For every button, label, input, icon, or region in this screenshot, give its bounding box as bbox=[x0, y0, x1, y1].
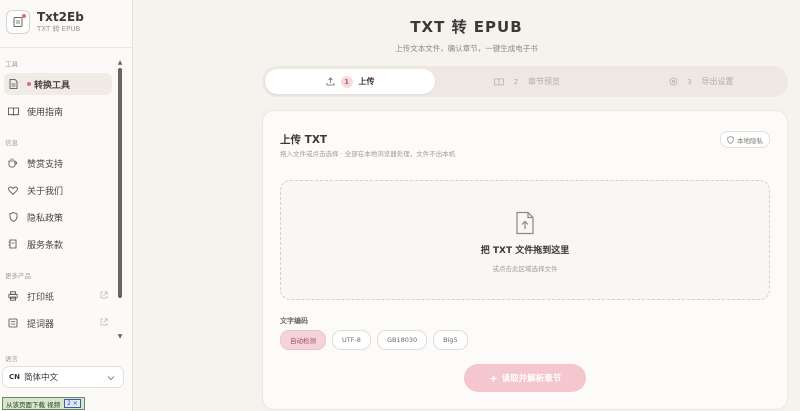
book-icon bbox=[494, 78, 504, 86]
parse-chapters-button[interactable]: 读取并解析章节 bbox=[464, 364, 586, 392]
sidebar-item-label: 转换工具 bbox=[34, 80, 71, 91]
step-upload[interactable]: 1 上传 bbox=[265, 69, 435, 94]
upload-description: 拖入文件或点击选择 · 全部在本地浏览器处理，文件不出本机 bbox=[280, 150, 456, 158]
file-dropzone[interactable]: 把 TXT 文件拖到这里 或点击此区域选择文件 bbox=[280, 180, 770, 300]
heart-icon bbox=[6, 186, 20, 195]
gear-icon bbox=[669, 77, 678, 86]
encoding-option-auto[interactable]: 自动检测 bbox=[280, 330, 326, 350]
teleprompter-icon bbox=[6, 318, 20, 328]
sidebar-item-label: 服务条款 bbox=[27, 240, 64, 251]
encoding-option-big5[interactable]: Big5 bbox=[433, 330, 468, 350]
sidebar: Txt2Eb TXT 转 EPUB 工具 转换工具 使用指南 信息 赞赏支持 关… bbox=[0, 0, 133, 411]
encoding-options: 自动检测 UTF-8 GB18030 Big5 bbox=[280, 330, 474, 350]
download-toolbar-button[interactable]: 2 × bbox=[64, 399, 81, 408]
sidebar-item-printer-paper[interactable]: 打印纸 bbox=[4, 285, 112, 307]
sidebar-item-label: 使用指南 bbox=[27, 107, 64, 118]
section-label-more: 更多产品 bbox=[5, 272, 31, 280]
step-export-settings[interactable]: 3 导出设置 bbox=[617, 69, 785, 94]
step-indicator: 1 上传 2 章节预览 3 导出设置 bbox=[262, 66, 788, 97]
sidebar-scrollbar[interactable]: ▲ ▼ bbox=[117, 60, 123, 340]
shield-icon bbox=[727, 135, 734, 144]
scroll-up-icon[interactable]: ▲ bbox=[117, 60, 123, 66]
page-title: TXT 转 EPUB bbox=[410, 18, 523, 36]
sparkle-icon bbox=[489, 374, 498, 383]
external-link-icon bbox=[100, 318, 108, 329]
sidebar-item-privacy[interactable]: 隐私政策 bbox=[4, 206, 112, 228]
sidebar-item-about[interactable]: 关于我们 bbox=[4, 179, 112, 201]
encoding-option-gb18030[interactable]: GB18030 bbox=[376, 330, 428, 350]
external-link-icon bbox=[100, 291, 108, 302]
page-subtitle: 上传文本文件，确认章节，一键生成电子书 bbox=[395, 44, 538, 53]
encoding-option-utf8[interactable]: UTF-8 bbox=[332, 330, 371, 350]
dropzone-title: 把 TXT 文件拖到这里 bbox=[480, 246, 570, 256]
upload-title: 上传 TXT bbox=[280, 134, 328, 146]
upload-card: 上传 TXT 拖入文件或点击选择 · 全部在本地浏览器处理，文件不出本机 本地隐… bbox=[262, 110, 788, 410]
printer-icon bbox=[6, 291, 20, 301]
section-label-language: 语言 bbox=[5, 355, 18, 363]
book-icon bbox=[6, 107, 20, 116]
chevron-down-icon bbox=[107, 374, 115, 384]
sidebar-item-label: 隐私政策 bbox=[27, 213, 64, 224]
parse-chapters-label: 读取并解析章节 bbox=[501, 374, 562, 384]
upload-icon bbox=[326, 77, 335, 86]
step-label: 上传 bbox=[358, 77, 375, 86]
active-indicator bbox=[27, 82, 31, 86]
section-label-tools: 工具 bbox=[5, 60, 18, 68]
sidebar-item-label: 打印纸 bbox=[27, 292, 55, 303]
sidebar-item-support[interactable]: 赞赏支持 bbox=[4, 152, 112, 174]
dropzone-hint: 或点击此区域选择文件 bbox=[492, 265, 558, 273]
sidebar-item-guide[interactable]: 使用指南 bbox=[4, 100, 112, 122]
sidebar-item-teleprompter[interactable]: 提词器 bbox=[4, 312, 112, 334]
shield-icon bbox=[6, 212, 20, 222]
step-number: 1 bbox=[340, 75, 353, 88]
step-number: 3 bbox=[687, 77, 692, 86]
language-select[interactable]: CN 简体中文 bbox=[2, 366, 124, 388]
sidebar-item-label: 关于我们 bbox=[27, 186, 64, 197]
language-code: CN bbox=[9, 373, 20, 381]
scroll-thumb[interactable] bbox=[118, 68, 122, 298]
language-value: 简体中文 bbox=[24, 373, 59, 383]
sidebar-item-label: 提词器 bbox=[27, 319, 55, 330]
local-privacy-badge: 本地隐私 bbox=[720, 131, 770, 148]
section-label-info: 信息 bbox=[5, 139, 18, 147]
sidebar-item-converter[interactable]: 转换工具 bbox=[4, 73, 112, 95]
step-label: 导出设置 bbox=[701, 77, 734, 86]
download-toolbar[interactable]: 从该页面下载 视频 2 × bbox=[2, 397, 85, 410]
step-chapter-preview[interactable]: 2 章节预览 bbox=[442, 69, 612, 94]
sidebar-item-label: 赞赏支持 bbox=[27, 159, 64, 170]
badge-label: 本地隐私 bbox=[737, 136, 763, 145]
terms-icon bbox=[6, 239, 20, 249]
document-icon bbox=[6, 79, 20, 89]
cup-icon bbox=[6, 158, 20, 168]
step-label: 章节预览 bbox=[528, 77, 560, 86]
file-upload-icon bbox=[514, 211, 536, 239]
step-number: 2 bbox=[513, 77, 519, 86]
scroll-down-icon[interactable]: ▼ bbox=[117, 334, 123, 340]
encoding-label: 文字编码 bbox=[280, 317, 308, 325]
download-toolbar-text: 从该页面下载 视频 bbox=[6, 400, 61, 409]
sidebar-item-terms[interactable]: 服务条款 bbox=[4, 233, 112, 255]
